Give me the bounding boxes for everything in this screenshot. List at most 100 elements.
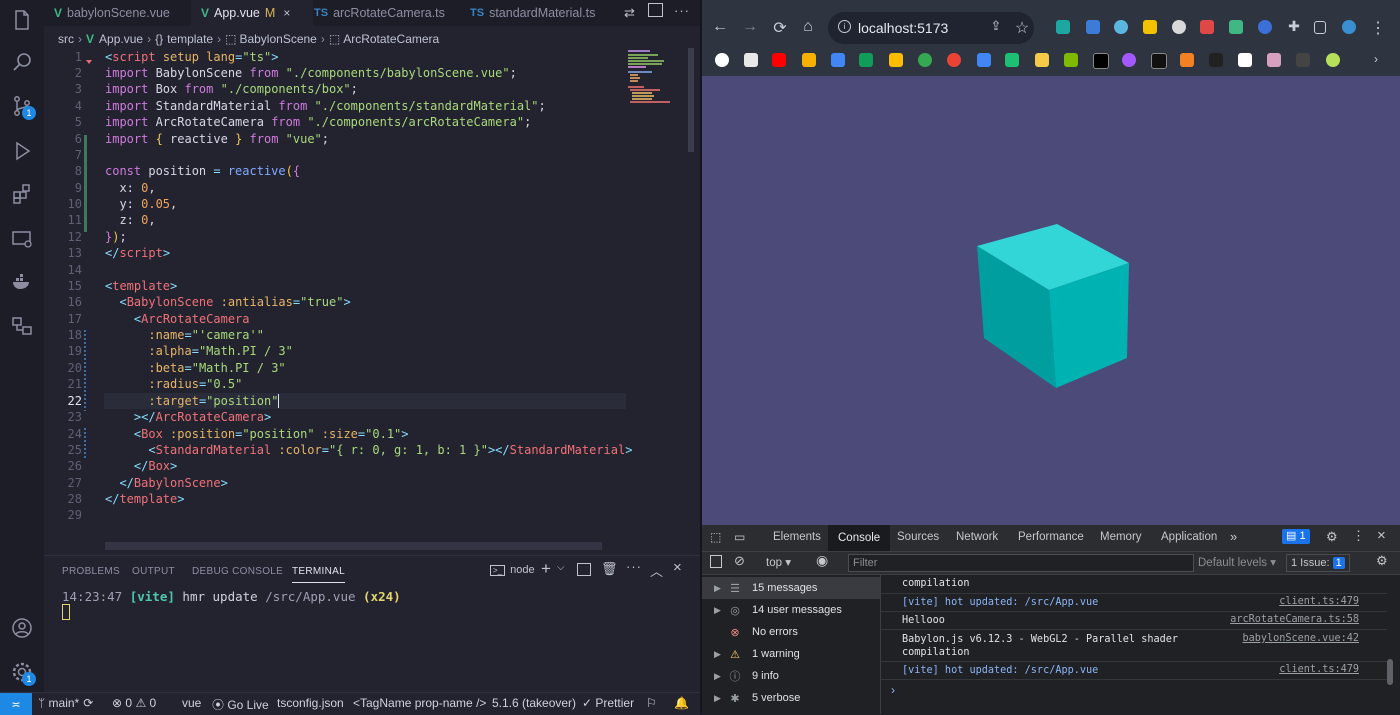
expand-arrow-icon[interactable]: ▶ <box>714 649 721 660</box>
show-sidebar-icon[interactable] <box>710 555 722 568</box>
console-scrollbar[interactable] <box>1387 659 1393 685</box>
expand-arrow-icon[interactable]: ▶ <box>714 605 721 616</box>
settings-gear-icon[interactable]: ⚙ <box>1326 529 1338 545</box>
extension-icon[interactable] <box>1258 20 1272 34</box>
tab-debug-console[interactable]: DEBUG CONSOLE <box>192 566 283 577</box>
forward-icon[interactable]: → <box>740 18 760 36</box>
extension-icon[interactable] <box>1200 20 1214 34</box>
notifications-bell-icon[interactable]: 🔔 <box>674 696 689 710</box>
issues-counter[interactable]: 1 Issue: 1 <box>1286 554 1350 572</box>
bookmark-icon[interactable] <box>1209 53 1223 67</box>
minimap[interactable] <box>626 48 688 108</box>
tab-console[interactable]: Console <box>828 525 891 551</box>
reload-icon[interactable]: ⟳ <box>770 18 790 38</box>
more-actions-icon[interactable]: ··· <box>674 3 690 18</box>
tab-output[interactable]: OUTPUT <box>132 566 175 577</box>
explorer-icon[interactable] <box>8 6 36 34</box>
expand-arrow-icon[interactable]: ▶ <box>714 583 721 594</box>
more-tabs-icon[interactable]: » <box>1230 529 1237 544</box>
feedback-icon[interactable]: ⚐ <box>646 696 657 710</box>
remote-explorer-icon[interactable] <box>8 225 36 253</box>
sidebar-item-info[interactable]: ▶ ⓘ 9 info <box>702 665 880 687</box>
tsconfig-status[interactable]: tsconfig.json <box>277 696 344 710</box>
amazon-bookmark-icon[interactable] <box>1238 53 1252 67</box>
code-editor[interactable]: 1 2 3 4 5 6 7 8 9 10 11 12 13 14 15 16 17 18 19 20 21 22 23 24 2… <box>44 48 700 548</box>
prettier-status[interactable]: ✓ Prettier <box>582 696 634 710</box>
side-panel-icon[interactable] <box>1314 21 1326 34</box>
bookmark-icon[interactable] <box>802 53 816 67</box>
split-editor-icon[interactable] <box>648 3 663 17</box>
breadcrumb-node[interactable]: ArcRotateCamera <box>343 32 439 46</box>
new-terminal-icon[interactable]: + <box>541 559 551 579</box>
calendar-bookmark-icon[interactable] <box>977 53 991 67</box>
compare-changes-icon[interactable]: ⇄ <box>624 5 635 21</box>
manage-gear-icon[interactable]: 1 <box>8 658 36 686</box>
live-expression-eye-icon[interactable]: ◉ <box>816 552 828 569</box>
bookmark-icon[interactable] <box>1326 53 1340 67</box>
console-settings-icon[interactable]: ⚙ <box>1376 553 1388 569</box>
extension-icon[interactable] <box>1114 20 1128 34</box>
vue-devtools-icon[interactable] <box>1229 20 1243 34</box>
close-devtools-icon[interactable]: × <box>1377 527 1386 544</box>
tab-network[interactable]: Network <box>956 531 998 543</box>
bookmark-icon[interactable] <box>1005 53 1019 67</box>
tab-problems[interactable]: PROBLEMS <box>62 566 120 577</box>
docker-icon[interactable] <box>8 268 36 296</box>
context-selector[interactable]: top ▾ <box>766 555 791 569</box>
bookmark-star-icon[interactable]: ☆ <box>1012 18 1032 38</box>
log-source-link[interactable]: arcRotateCamera.ts:58 <box>1230 614 1359 625</box>
sidebar-item-errors[interactable]: ⊗ No errors <box>702 621 880 643</box>
sheets-bookmark-icon[interactable] <box>859 53 873 67</box>
bookmark-icon[interactable] <box>744 53 758 67</box>
tab-sources[interactable]: Sources <box>897 531 939 543</box>
more-bookmarks-icon[interactable]: › <box>1374 52 1378 66</box>
run-debug-icon[interactable] <box>8 137 36 165</box>
tab-arcrotatecamera[interactable]: TS arcRotateCamera.ts <box>314 0 454 26</box>
chrome-menu-icon[interactable]: ⋮ <box>1368 18 1388 38</box>
inspect-element-icon[interactable]: ⬚ <box>710 530 721 544</box>
tab-close-icon[interactable]: × <box>283 6 290 20</box>
editor-horizontal-scrollbar[interactable] <box>105 542 602 550</box>
bookmark-icon[interactable] <box>1151 53 1167 69</box>
device-toolbar-icon[interactable]: ▭ <box>734 530 745 544</box>
remote-indicator-icon[interactable]: ≍ <box>0 693 32 715</box>
accounts-icon[interactable] <box>8 614 36 642</box>
site-info-icon[interactable]: i <box>838 20 851 33</box>
breadcrumb-node[interactable]: BabylonScene <box>239 32 316 46</box>
log-source-link[interactable]: client.ts:479 <box>1279 596 1359 607</box>
expand-arrow-icon[interactable]: ▶ <box>714 671 721 682</box>
tab-memory[interactable]: Memory <box>1100 531 1142 543</box>
tagname-style-status[interactable]: <TagName prop-name /> <box>353 696 486 710</box>
expand-arrow-icon[interactable]: ▶ <box>714 693 721 704</box>
tab-babylonscene[interactable]: V babylonScene.vue <box>54 0 194 26</box>
source-control-icon[interactable]: 1 <box>8 92 36 120</box>
extension-icon[interactable] <box>1172 20 1186 34</box>
console-prompt[interactable]: › <box>891 683 895 697</box>
bookmark-icon[interactable] <box>1180 53 1194 67</box>
log-source-link[interactable]: babylonScene.vue:42 <box>1242 633 1359 644</box>
language-mode[interactable]: vue <box>182 696 201 710</box>
ts-version-status[interactable]: 5.1.6 (takeover) <box>492 696 576 710</box>
tab-standardmaterial[interactable]: TS standardMaterial.ts <box>470 0 610 26</box>
editor-vertical-scrollbar[interactable] <box>688 48 694 152</box>
search-icon[interactable] <box>8 48 36 76</box>
git-branch[interactable]: ᛘ main* ⟳ <box>38 696 93 710</box>
breadcrumb-section[interactable]: template <box>167 32 213 46</box>
devtools-menu-icon[interactable]: ⋮ <box>1352 528 1365 544</box>
share-icon[interactable]: ⇪ <box>986 18 1006 34</box>
messenger-bookmark-icon[interactable] <box>1122 53 1136 67</box>
youtube-bookmark-icon[interactable] <box>772 53 786 67</box>
close-panel-icon[interactable]: × <box>673 559 682 576</box>
sidebar-item-messages[interactable]: ▶ ☰ 15 messages <box>702 577 880 599</box>
split-terminal-icon[interactable] <box>577 563 591 576</box>
console-filter-input[interactable]: Filter <box>848 554 1194 572</box>
tab-app-vue[interactable]: V App.vue M × <box>191 0 313 26</box>
terminal-shell-selector[interactable]: >_ node <box>490 564 535 576</box>
microsoft-bookmark-icon[interactable] <box>1064 53 1078 67</box>
home-icon[interactable]: ⌂ <box>798 18 818 36</box>
bookmark-icon[interactable] <box>1035 53 1049 67</box>
profile-avatar[interactable] <box>1342 20 1356 34</box>
go-live-button[interactable]: ⦿ Go Live <box>212 696 269 713</box>
extension-icon[interactable] <box>1143 20 1157 34</box>
extension-icon[interactable] <box>1086 20 1100 34</box>
